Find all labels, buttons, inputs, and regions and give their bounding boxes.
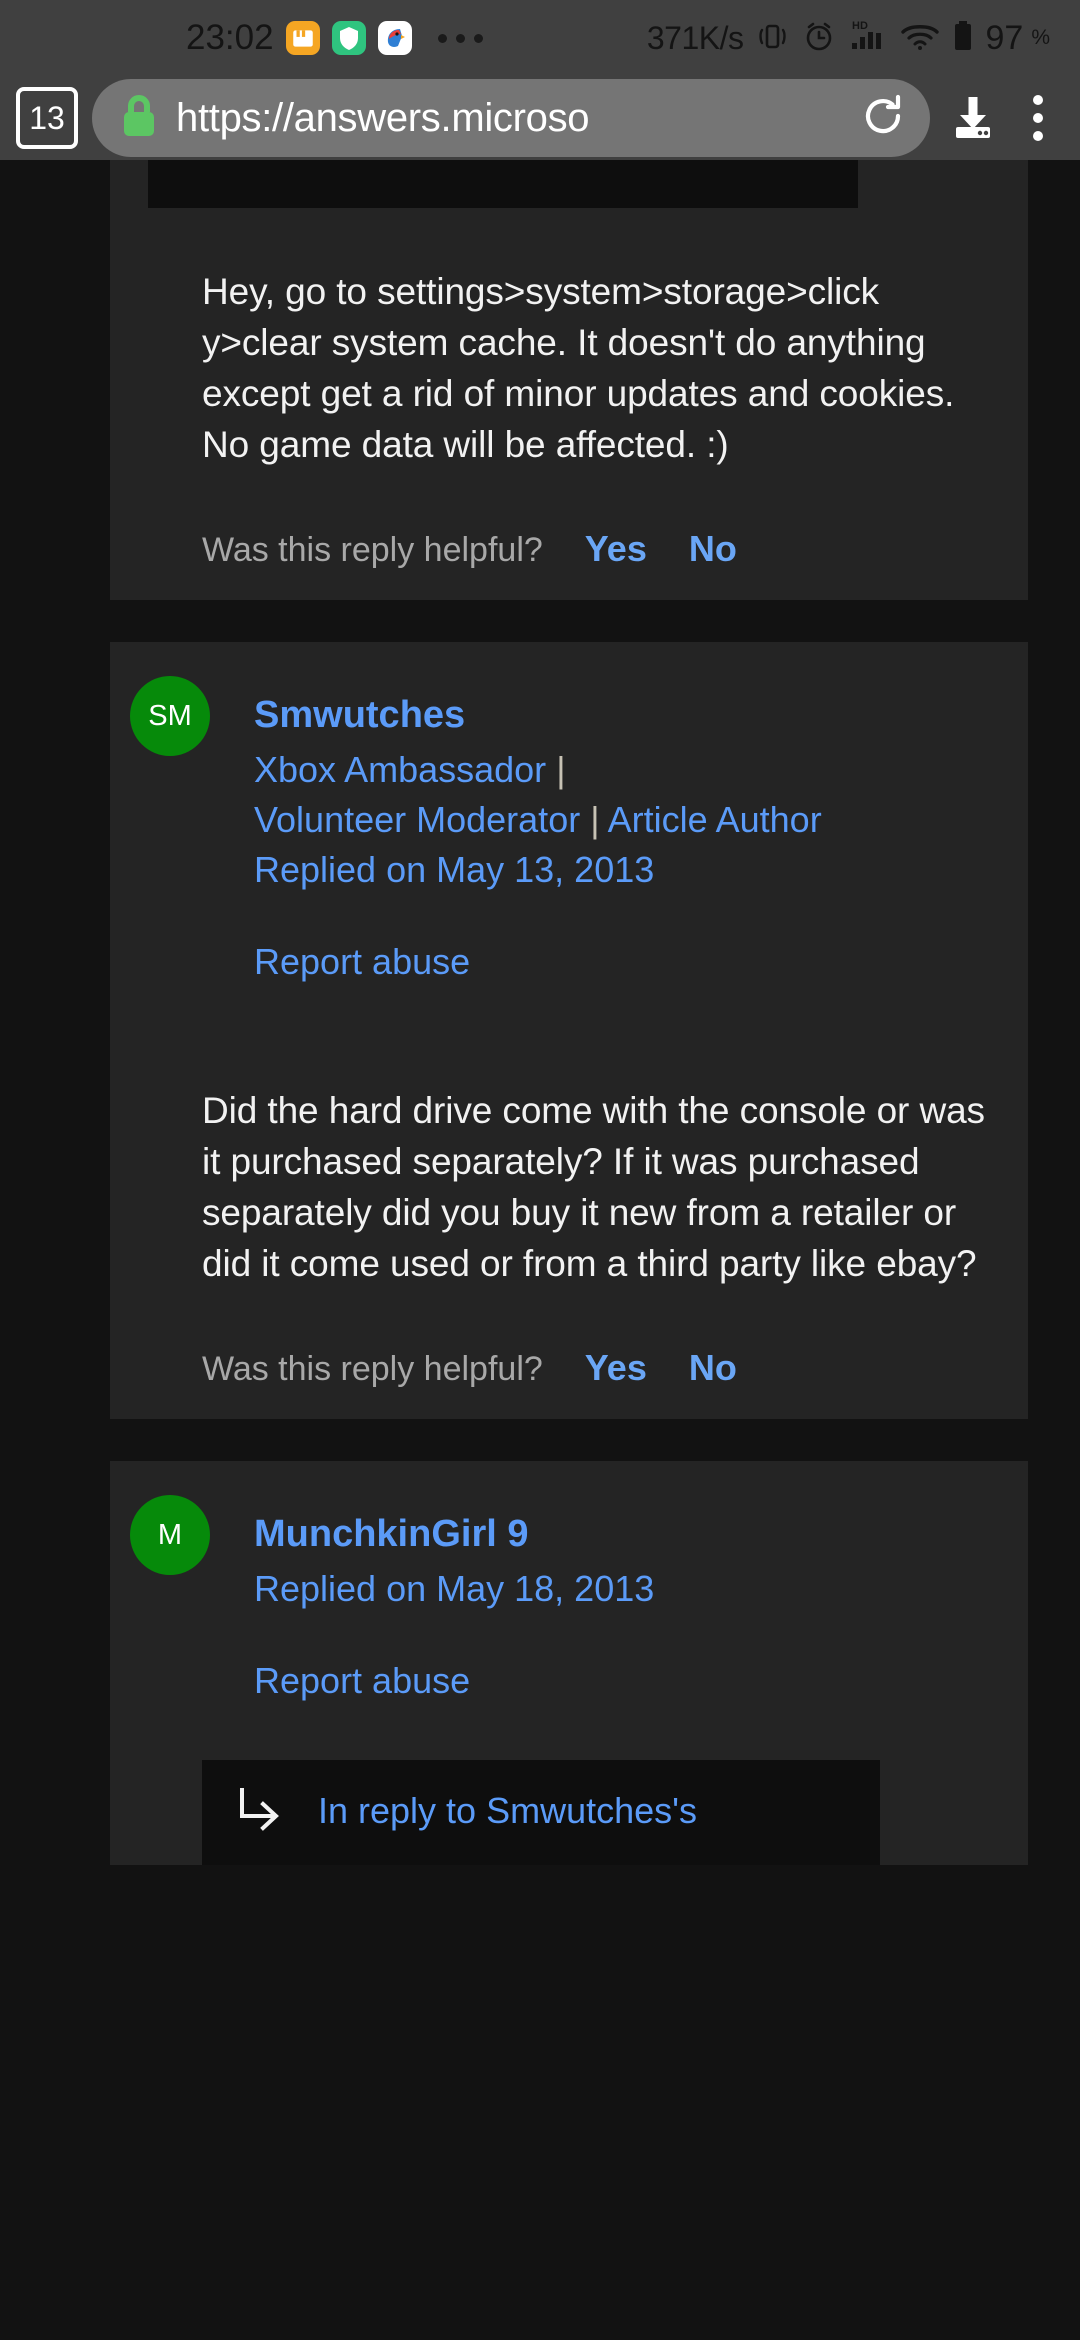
helpful-yes-button[interactable]: Yes — [585, 1347, 647, 1389]
helpful-question: Was this reply helpful? — [202, 1350, 543, 1388]
wifi-icon — [899, 18, 941, 59]
author-name-link[interactable]: Smwutches — [254, 694, 1028, 737]
status-bar-right: 371K/s HD 97 % — [647, 17, 1056, 60]
badge-xbox-ambassador[interactable]: Xbox Ambassador — [254, 749, 546, 790]
card-divider — [0, 600, 1080, 642]
card-divider — [0, 1419, 1080, 1461]
reload-icon[interactable] — [858, 91, 908, 146]
kebab-menu-icon[interactable] — [1016, 87, 1060, 149]
helpful-question: Was this reply helpful? — [202, 531, 543, 569]
status-bar: 23:02 371K/s HD 97 % — [0, 0, 1080, 76]
shield-icon — [331, 21, 366, 55]
reply-body: Hey, go to settings>system>storage>click… — [202, 271, 955, 465]
network-speed: 371K/s — [646, 19, 744, 56]
helpful-row: Was this reply helpful? Yes No — [110, 528, 1028, 600]
tab-counter-button[interactable]: 13 — [16, 87, 78, 149]
more-notifications-dots-icon — [437, 33, 483, 43]
helpful-yes-button[interactable]: Yes — [585, 528, 647, 570]
address-bar[interactable]: https://answers.microso — [92, 79, 930, 157]
helpful-row: Was this reply helpful? Yes No — [110, 1347, 1028, 1419]
parrot-icon — [377, 21, 412, 55]
avatar: M — [130, 1495, 210, 1575]
helpful-no-button[interactable]: No — [689, 1347, 737, 1389]
author-name-link[interactable]: MunchkinGirl 9 — [254, 1513, 1028, 1556]
browser-toolbar: 13 https://answers.microso — [0, 76, 1080, 160]
svg-text:HD: HD — [852, 20, 868, 32]
author-row: SM Smwutches Xbox Ambassador | Volunteer… — [110, 642, 1028, 983]
in-reply-to-text: In reply to Smwutches's — [318, 1789, 698, 1831]
replied-on-date: Replied on May 13, 2013 — [254, 849, 655, 890]
badge-volunteer-moderator[interactable]: Volunteer Moderator — [254, 799, 580, 840]
alarm-clock-icon — [801, 18, 837, 59]
replied-on-date: Replied on May 18, 2013 — [254, 1568, 655, 1609]
in-reply-to-block[interactable]: In reply to Smwutches's — [202, 1760, 880, 1865]
report-abuse-link[interactable]: Report abuse — [254, 941, 1028, 983]
report-abuse-link[interactable]: Report abuse — [254, 1660, 1028, 1702]
badge-article-author[interactable]: Article Author — [608, 799, 822, 840]
reply-body: Did the hard drive come with the console… — [202, 1090, 985, 1284]
helpful-no-button[interactable]: No — [689, 528, 737, 570]
reply-card: M MunchkinGirl 9 Replied on May 18, 2013… — [110, 1461, 1028, 1865]
folder-icon — [285, 21, 320, 55]
author-meta: MunchkinGirl 9 Replied on May 18, 2013 R… — [210, 1495, 1028, 1702]
author-meta: Smwutches Xbox Ambassador | Volunteer Mo… — [210, 676, 1028, 983]
reply-card: Hey, go to settings>system>storage>click… — [110, 160, 1028, 600]
reply-arrow-icon — [232, 1782, 284, 1839]
status-bar-left: 23:02 — [0, 18, 483, 58]
battery-icon — [952, 18, 974, 59]
status-clock: 23:02 — [186, 18, 274, 57]
vibrate-icon — [754, 18, 790, 59]
quoted-reply-partial[interactable] — [148, 160, 858, 208]
avatar: SM — [130, 676, 210, 756]
hd-signal-icon: HD — [848, 17, 888, 60]
webpage-content[interactable]: Hey, go to settings>system>storage>click… — [0, 160, 1080, 2340]
badge-separator: | — [590, 799, 600, 840]
author-row: M MunchkinGirl 9 Replied on May 18, 2013… — [110, 1461, 1028, 1702]
battery-percent-symbol: % — [1031, 26, 1050, 49]
url-text[interactable]: https://answers.microso — [176, 96, 842, 141]
battery-percent: 97 — [985, 18, 1024, 57]
lock-icon — [118, 92, 160, 145]
author-badges: Xbox Ambassador | Volunteer Moderator | … — [254, 745, 1028, 845]
reply-card: SM Smwutches Xbox Ambassador | Volunteer… — [110, 642, 1028, 1419]
badge-separator: | — [556, 749, 566, 790]
download-icon[interactable] — [944, 87, 1002, 150]
